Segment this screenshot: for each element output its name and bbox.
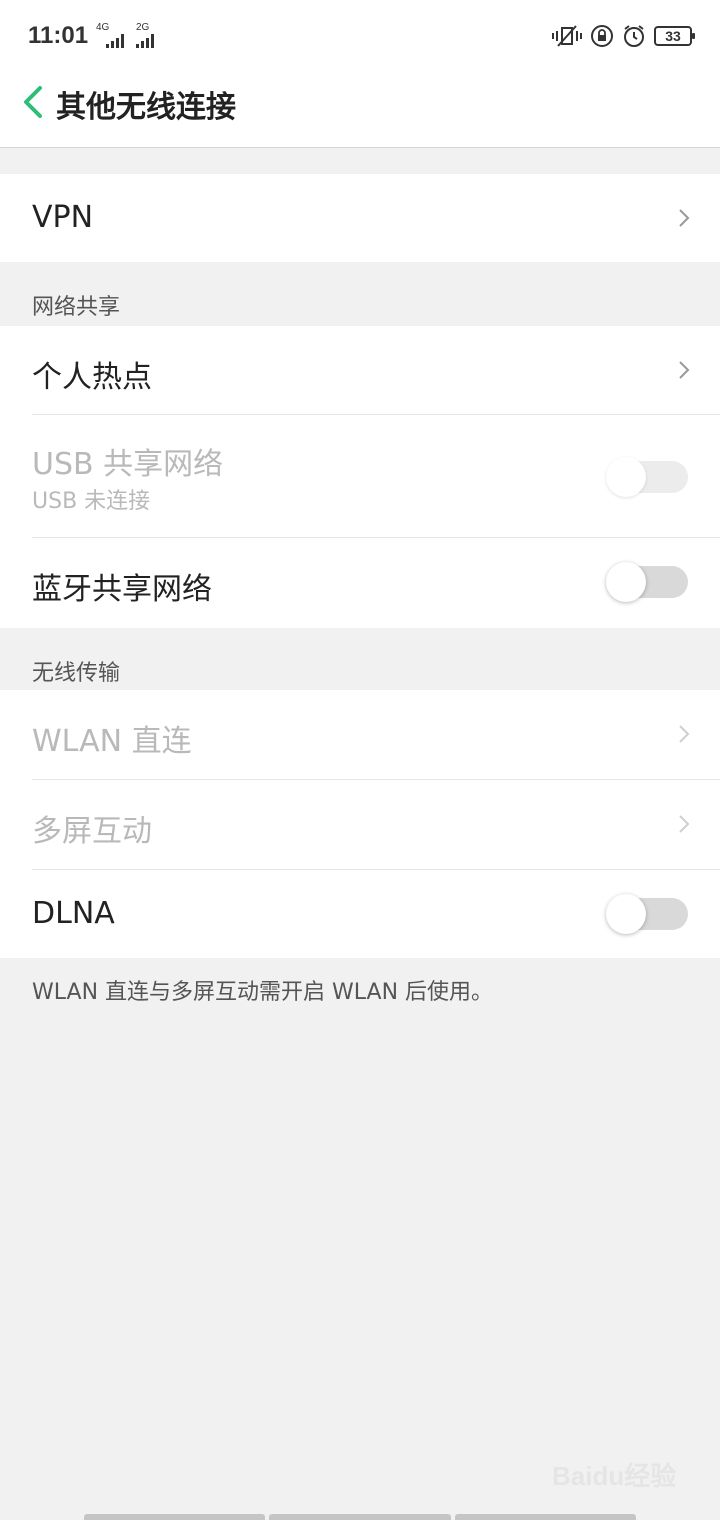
network-type-label: 4G — [96, 22, 110, 33]
vpn-card: VPN — [0, 174, 720, 262]
dlna-switch[interactable] — [606, 894, 688, 934]
nav-segment[interactable] — [84, 1514, 266, 1520]
watermark-logo: Baidu经验 — [552, 1461, 677, 1491]
footer-note: WLAN 直连与多屏互动需开启 WLAN 后使用。 — [32, 980, 494, 1005]
alarm-icon — [624, 25, 644, 47]
status-bar: 11:01 4G 2G 33 — [0, 0, 720, 72]
hotspot-row[interactable]: 个人热点 — [0, 326, 720, 414]
signal-2g-icon: 2G — [132, 22, 164, 48]
navigation-bar[interactable] — [84, 1514, 636, 1520]
switch-knob — [606, 894, 646, 934]
rotation-lock-icon — [591, 25, 613, 47]
usb-tethering-switch — [606, 457, 688, 497]
signal-4g-icon: 4G — [92, 22, 132, 48]
bluetooth-tethering-label: 蓝牙共享网络 — [32, 572, 212, 607]
section-header-tethering: 网络共享 — [32, 295, 121, 320]
hotspot-label: 个人热点 — [32, 360, 152, 395]
vpn-label: VPN — [32, 200, 94, 235]
nav-segment[interactable] — [454, 1514, 636, 1520]
dlna-label: DLNA — [32, 896, 115, 931]
tethering-card: 个人热点 USB 共享网络 USB 未连接 蓝牙共享网络 — [0, 326, 720, 628]
dlna-row: DLNA — [0, 870, 720, 958]
vibrate-mute-icon — [552, 25, 582, 47]
multiscreen-label: 多屏互动 — [32, 814, 152, 849]
switch-knob — [606, 457, 646, 497]
status-time: 11:01 — [28, 22, 89, 49]
back-arrow-icon[interactable] — [20, 82, 48, 122]
switch-knob — [606, 562, 646, 602]
wlan-direct-row: WLAN 直连 — [0, 690, 720, 779]
vpn-row[interactable]: VPN — [0, 174, 720, 262]
section-header-wireless: 无线传输 — [32, 661, 121, 686]
nav-segment[interactable] — [269, 1514, 451, 1520]
bluetooth-tethering-switch[interactable] — [606, 562, 688, 602]
chevron-right-icon — [679, 815, 690, 833]
app-header: 其他无线连接 — [0, 72, 720, 148]
page-title: 其他无线连接 — [56, 90, 236, 125]
bluetooth-tethering-row: 蓝牙共享网络 — [0, 538, 720, 628]
chevron-right-icon — [679, 209, 690, 227]
chevron-right-icon — [679, 361, 690, 379]
multiscreen-row: 多屏互动 — [0, 780, 720, 869]
usb-tethering-status: USB 未连接 — [32, 489, 151, 514]
status-icons: 33 — [552, 22, 695, 50]
wireless-card: WLAN 直连 多屏互动 DLNA — [0, 690, 720, 958]
screen: 11:01 4G 2G 33 其他无线连接 VPN 网络共享 个人热点 USB … — [0, 0, 720, 1520]
wlan-direct-label: WLAN 直连 — [32, 724, 192, 759]
battery-icon: 33 — [654, 26, 695, 46]
network-type-label: 2G — [136, 22, 150, 33]
usb-tethering-label: USB 共享网络 — [32, 447, 224, 482]
chevron-right-icon — [679, 725, 690, 743]
usb-tethering-row: USB 共享网络 USB 未连接 — [0, 415, 720, 537]
